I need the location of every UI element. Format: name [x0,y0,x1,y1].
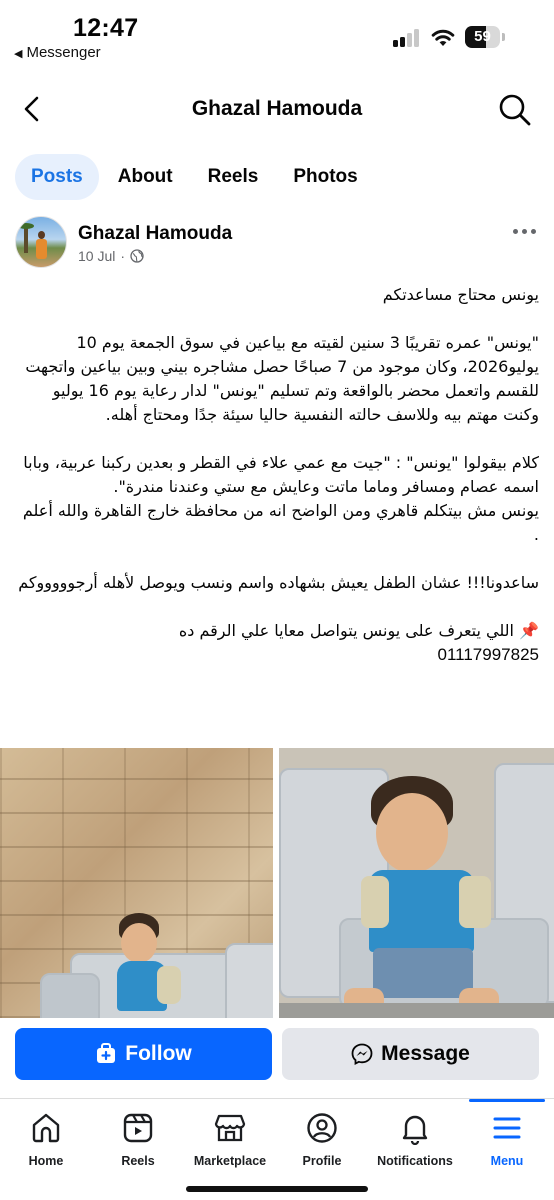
contact-phone[interactable]: 01117997825 [18,643,539,667]
battery-indicator: 59 [465,26,505,48]
reels-icon [123,1113,153,1143]
bell-icon [402,1115,428,1145]
post-author[interactable]: Ghazal Hamouda [78,223,232,245]
post-line: كلام بيقولوا "يونس" : "جيت مع عمي علاء ف… [23,453,539,496]
status-bar: 12:47 ◀ Messenger 59 [0,0,554,70]
nav-label: Menu [490,1154,524,1168]
back-app-label: Messenger [26,44,101,61]
meta-separator: · [120,248,126,264]
message-button[interactable]: Message [282,1028,539,1080]
post-photo-1[interactable] [0,748,273,1018]
search-icon[interactable] [497,92,533,128]
home-indicator[interactable] [186,1186,368,1192]
post-body: يونس محتاج مساعدتكم "يونس" عمره تقريبًا … [18,283,539,667]
post-photos [0,748,554,1018]
page-title: Ghazal Hamouda [191,97,363,120]
page-header: Ghazal Hamouda [0,80,554,140]
profile-tabs: Posts About Reels Photos [15,154,377,200]
follow-button[interactable]: Follow [15,1028,272,1080]
cellular-signal-icon [393,29,421,47]
post-line: يونس مش بيتكلم قاهري ومن الواضح انه من م… [22,501,539,544]
battery-level-text: 59 [474,28,491,45]
tab-photos[interactable]: Photos [277,154,373,200]
nav-reels[interactable]: Reels [92,1099,184,1179]
tab-reels[interactable]: Reels [192,154,275,200]
nav-profile[interactable]: Profile [276,1099,368,1179]
nav-label: Notifications [377,1154,453,1168]
more-options-icon[interactable] [513,224,537,238]
message-label: Message [381,1042,470,1065]
post-line: "يونس" عمره تقريبًا 3 سنين لقيته مع بياع… [25,333,539,424]
messenger-icon [351,1043,373,1065]
marketplace-icon [214,1114,246,1142]
post-header: Ghazal Hamouda 10 Jul · [15,216,545,272]
nav-label: Profile [302,1154,342,1168]
wifi-icon [431,29,455,46]
follow-label: Follow [125,1042,192,1065]
nav-label: Home [28,1154,64,1168]
post-line: يونس محتاج مساعدتكم [382,285,539,304]
nav-notifications[interactable]: Notifications [369,1099,461,1179]
avatar[interactable] [15,216,67,268]
post-photo-2[interactable] [279,748,554,1018]
tab-about[interactable]: About [102,154,189,200]
bottom-nav: Home Reels Marketplace Profile Notificat… [0,1098,554,1200]
post-line: ساعدونا!!! عشان الطفل يعيش بشهاده واسم و… [18,573,539,592]
post-line: 📌 اللي يتعرف على يونس يتواصل معايا علي ا… [178,621,539,640]
nav-marketplace[interactable]: Marketplace [184,1099,276,1179]
nav-label: Reels [121,1154,155,1168]
post-date[interactable]: 10 Jul [78,248,115,264]
profile-icon [307,1113,337,1143]
menu-icon [493,1117,521,1139]
follow-icon [97,1043,116,1063]
nav-menu[interactable]: Menu [461,1099,553,1179]
home-icon [32,1113,60,1143]
globe-icon [130,249,144,263]
back-triangle-icon: ◀ [14,48,23,60]
status-time: 12:47 [73,14,139,42]
nav-label: Marketplace [193,1154,267,1168]
back-to-app-link[interactable]: ◀ Messenger [14,44,101,61]
profile-actions: Follow Message [15,1028,539,1080]
post-meta: 10 Jul · [78,248,144,264]
tab-posts[interactable]: Posts [15,154,99,200]
nav-home[interactable]: Home [0,1099,92,1179]
